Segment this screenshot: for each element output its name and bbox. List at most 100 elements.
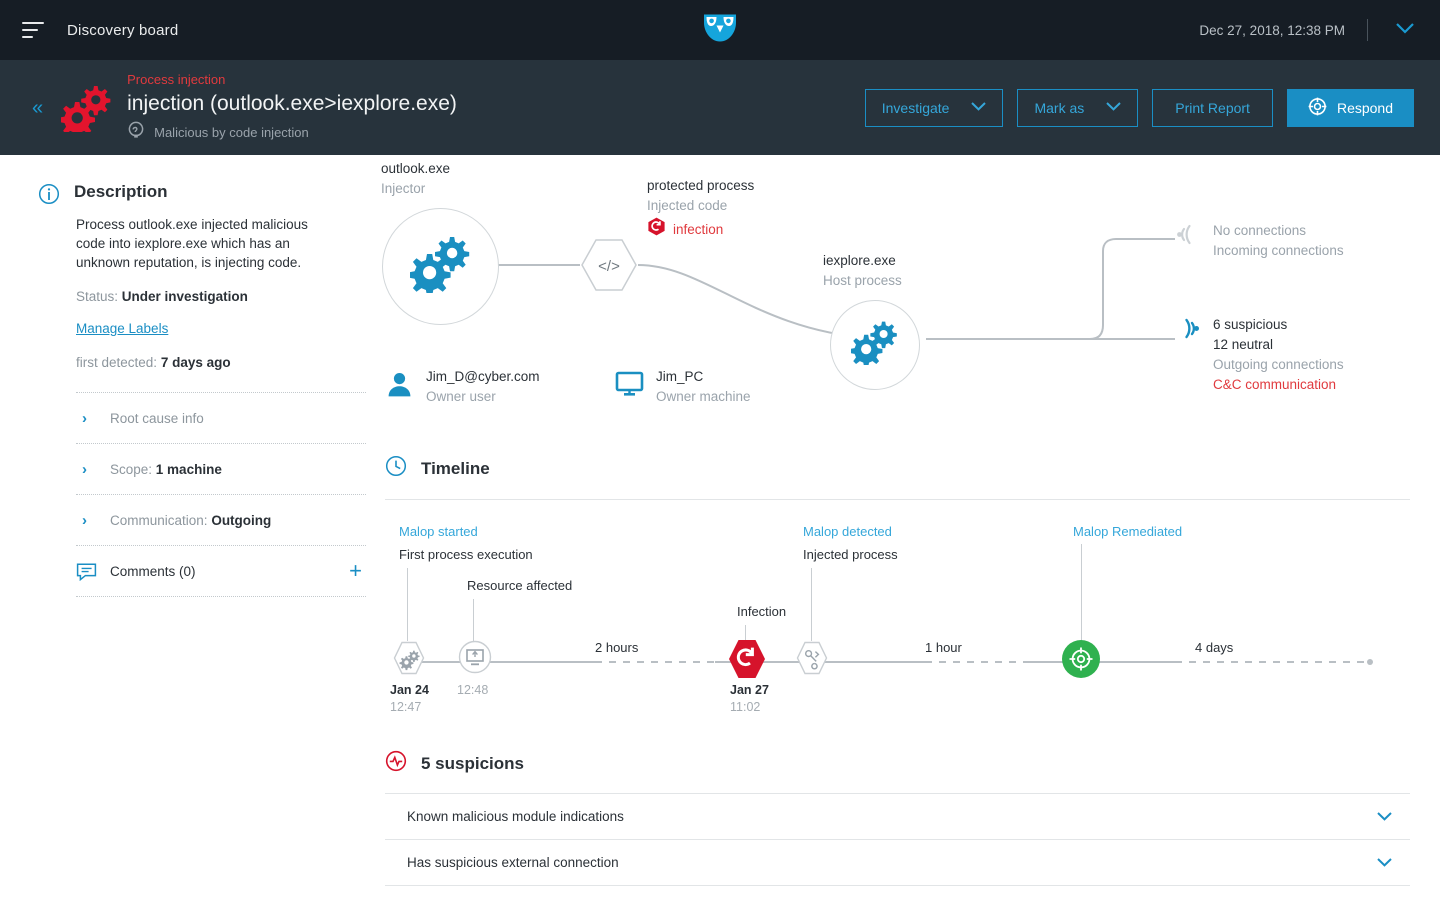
root-cause-label: Root cause info [110,411,204,426]
outgoing-suspicious: 6 suspicious [1213,315,1344,335]
mark-as-button[interactable]: Mark as [1017,89,1138,127]
sidebar-row-comments[interactable]: Comments (0) + [76,546,366,597]
chevron-down-icon [1106,102,1121,114]
injector-name: outlook.exe [381,159,450,179]
timeline-header: Timeline [385,455,1410,482]
owner-user-role: Owner user [426,387,539,407]
timeline-title: Timeline [421,459,490,479]
chevron-down-icon[interactable] [1377,809,1392,824]
timeline-section: Timeline Malop started First proces [375,455,1440,750]
collapse-panel-button[interactable]: « [32,98,43,118]
injector-role: Injector [381,179,425,199]
timeline-node-resource-affected[interactable] [458,640,492,679]
chevron-down-icon[interactable] [1377,855,1392,870]
scope-value: 1 machine [156,462,222,477]
timeline-event-title-0: Malop started [399,524,478,539]
timeline-node-injected-process[interactable] [796,641,828,680]
suspicions-header: 5 suspicions [385,750,1410,777]
respond-button[interactable]: Respond [1287,89,1414,127]
injector-node[interactable] [382,208,499,325]
chevron-right-icon: › [76,410,110,427]
timeline-time-0: 12:47 [390,700,421,714]
add-comment-plus-icon[interactable]: + [349,560,362,582]
description-title: Description [74,183,168,200]
timeline-stem [473,599,474,641]
timeline-event-title-2: Malop detected [803,524,892,539]
chevron-right-icon: › [76,461,110,478]
board-title: Discovery board [67,22,178,39]
timeline-track: Malop started First process execution [385,500,1410,750]
protected-process-role: Injected code [647,196,727,216]
comment-bubble-icon [76,562,110,581]
info-circle-icon [38,183,60,210]
print-report-button[interactable]: Print Report [1152,89,1273,127]
timeline-gap-1: 1 hour [925,640,962,655]
first-detected-field: first detected: 7 days ago [76,355,375,370]
content-area: outlook.exe Injector [375,155,1440,900]
print-report-label: Print Report [1175,100,1250,116]
first-detected-value: 7 days ago [161,355,231,370]
svg-text:</>: </> [598,258,620,275]
owner-user-name: Jim_D@cyber.com [426,367,539,387]
outgoing-neutral: 12 neutral [1213,335,1344,355]
host-process-name: iexplore.exe [823,251,896,271]
owl-logo-icon [703,13,737,48]
timeline-node-infection[interactable] [728,639,766,684]
user-menu-chevron-down-icon[interactable] [1396,21,1414,39]
incoming-connections: No connections Incoming connections [1175,221,1344,261]
host-process-role: Host process [823,271,902,291]
chevron-down-icon [971,102,986,114]
investigate-label: Investigate [882,100,950,116]
first-detected-label: first detected: [76,355,157,370]
sidebar-row-communication[interactable]: › Communication: Outgoing [76,495,366,546]
protected-process-name: protected process [647,176,754,196]
mark-as-label: Mark as [1034,100,1084,116]
hamburger-menu-icon[interactable] [22,22,44,38]
timeline-stem [811,568,812,641]
status-value: Under investigation [122,289,248,304]
timeline-stem [407,568,408,641]
timeline-event-desc-0: First process execution [399,547,533,562]
divider [1367,19,1368,41]
timeline-stem [1081,544,1082,641]
infection-badge: infection [647,217,723,241]
sidebar-row-root-cause[interactable]: › Root cause info [76,393,366,444]
timeline-event-title-5: Malop Remediated [1073,524,1182,539]
infection-badge-label: infection [673,222,723,237]
timeline-event-desc-1: Resource affected [467,578,572,593]
outgoing-label: Outgoing connections [1213,355,1344,375]
user-avatar-icon [385,370,414,404]
signal-incoming-icon [1175,221,1201,261]
timeline-date-3: Jan 27 [730,683,769,697]
sidebar-row-scope[interactable]: › Scope: 1 machine [76,444,366,495]
status-label: Status: [76,289,118,304]
chevron-right-icon: › [76,512,110,529]
suspicion-row-1[interactable]: Has suspicious external connection [385,840,1410,886]
target-crosshair-icon [1308,97,1327,119]
host-process-node[interactable] [830,300,920,390]
gears-icon [851,320,899,370]
top-bar: Discovery board Dec 27, 2018, 12:38 PM [0,0,1440,60]
timeline-node-first-execution[interactable] [393,641,425,680]
injection-code-node[interactable]: </> [580,238,638,297]
suspicion-row-0[interactable]: Known malicious module indications [385,794,1410,840]
communication-value: Outgoing [211,513,271,528]
malop-header: « Process injection injection (outlook.e… [0,60,1440,155]
top-bar-right: Dec 27, 2018, 12:38 PM [1199,0,1440,60]
cc-communication-label: C&C communication [1213,375,1344,395]
malop-verdict: Malicious by code injection [127,121,457,144]
timeline-event-desc-2: Injected process [803,547,898,562]
malop-type: Process injection [127,71,457,89]
header-actions: Investigate Mark as Print Report Respond [865,60,1414,155]
details-sidebar: Description Process outlook.exe injected… [0,155,375,900]
comments-label: Comments (0) [110,564,196,579]
infection-spiral-icon [647,217,666,241]
investigate-button[interactable]: Investigate [865,89,1004,127]
scope-label: Scope: 1 machine [110,462,222,477]
manage-labels-link[interactable]: Manage Labels [76,321,168,336]
malop-title-block: Process injection injection (outlook.exe… [127,71,457,144]
description-text: Process outlook.exe injected malicious c… [76,215,336,272]
timeline-gap-2: 4 days [1195,640,1233,655]
timeline-node-remediated[interactable] [1061,639,1101,684]
timeline-time-3: 11:02 [730,700,760,714]
